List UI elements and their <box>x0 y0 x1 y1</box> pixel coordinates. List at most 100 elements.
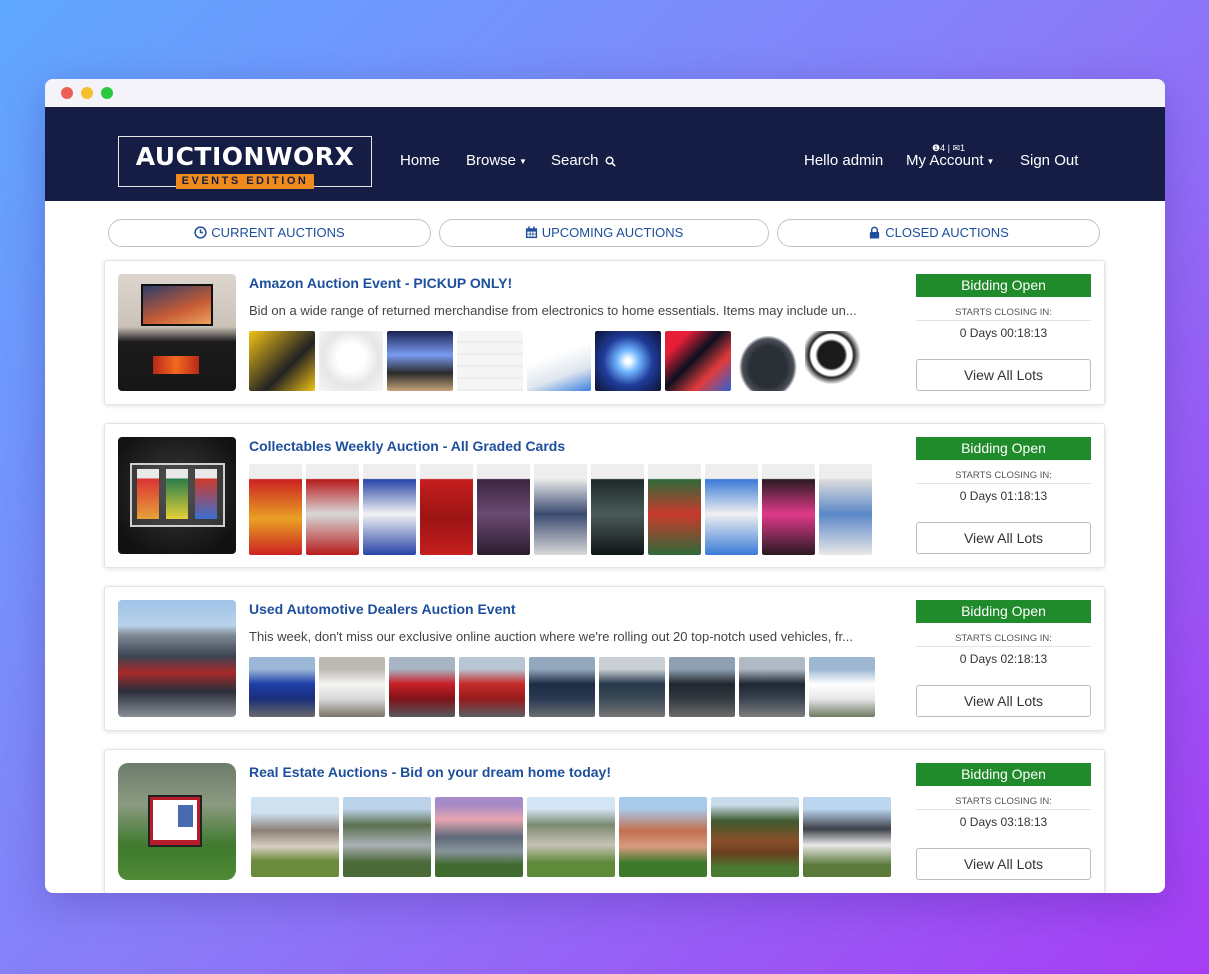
tab-current-auctions[interactable]: CURRENT AUCTIONS <box>108 219 431 247</box>
nav-account-label: My Account <box>906 152 984 169</box>
lot-thumbnail-strip <box>251 797 891 877</box>
closing-countdown: 0 Days 03:18:13 <box>959 815 1048 829</box>
lot-thumbnail[interactable] <box>251 797 339 877</box>
closing-label: STARTS CLOSING IN: <box>916 307 1091 321</box>
auction-description: Bid on a wide range of returned merchand… <box>249 303 857 318</box>
lot-thumbnail[interactable] <box>420 464 473 555</box>
lot-thumbnail[interactable] <box>529 657 595 717</box>
closing-countdown: 0 Days 00:18:13 <box>959 326 1048 340</box>
lot-thumbnail[interactable] <box>819 464 872 555</box>
lot-thumbnail[interactable] <box>459 657 525 717</box>
auction-status-tabs: CURRENT AUCTIONS UPCOMING AUCTIONS CLOSE… <box>45 219 1165 249</box>
lot-thumbnail[interactable] <box>319 331 383 391</box>
top-navbar: AUCTIONWORX EVENTS EDITION Home Browse ▼ … <box>45 107 1165 201</box>
lot-thumbnail[interactable] <box>648 464 701 555</box>
auction-cover-image[interactable] <box>118 763 236 880</box>
auction-title-link[interactable]: Collectables Weekly Auction - All Graded… <box>249 438 565 454</box>
bidding-status-badge: Bidding Open <box>916 437 1091 460</box>
tab-closed-auctions[interactable]: CLOSED AUCTIONS <box>777 219 1100 247</box>
maximize-window-button[interactable] <box>101 87 113 99</box>
auction-title-link[interactable]: Used Automotive Dealers Auction Event <box>249 601 516 617</box>
closing-countdown: 0 Days 02:18:13 <box>959 652 1048 666</box>
lot-thumbnail-strip <box>249 464 872 555</box>
auction-card-real-estate: Real Estate Auctions - Bid on your dream… <box>104 749 1105 893</box>
auction-cover-image[interactable] <box>118 600 236 717</box>
close-window-button[interactable] <box>61 87 73 99</box>
tab-upcoming-auctions[interactable]: UPCOMING AUCTIONS <box>439 219 769 247</box>
browser-window: AUCTIONWORX EVENTS EDITION Home Browse ▼ … <box>45 79 1165 893</box>
lot-thumbnail[interactable] <box>619 797 707 877</box>
closing-label: STARTS CLOSING IN: <box>916 633 1091 647</box>
lot-thumbnail[interactable] <box>711 797 799 877</box>
lot-thumbnail[interactable] <box>527 797 615 877</box>
lot-thumbnail-strip <box>249 657 875 717</box>
lot-thumbnail[interactable] <box>591 464 644 555</box>
tab-label: CLOSED AUCTIONS <box>885 225 1009 240</box>
lot-thumbnail[interactable] <box>669 657 735 717</box>
nav-browse-label: Browse <box>466 152 517 169</box>
tab-label: CURRENT AUCTIONS <box>211 225 345 240</box>
site-logo[interactable]: AUCTIONWORX EVENTS EDITION <box>118 136 372 189</box>
lot-thumbnail[interactable] <box>805 331 871 391</box>
bidding-status-badge: Bidding Open <box>916 600 1091 623</box>
logo-subtitle: EVENTS EDITION <box>175 174 315 189</box>
lot-thumbnail[interactable] <box>319 657 385 717</box>
clock-icon <box>194 226 207 239</box>
view-all-lots-button[interactable]: View All Lots <box>916 848 1091 880</box>
lot-thumbnail[interactable] <box>705 464 758 555</box>
lock-icon <box>870 226 880 239</box>
lot-thumbnail[interactable] <box>809 657 875 717</box>
logo-wordmark: AUCTIONWORX <box>135 142 355 171</box>
view-all-lots-button[interactable]: View All Lots <box>916 359 1091 391</box>
lot-thumbnail[interactable] <box>599 657 665 717</box>
nav-search-link[interactable]: Search <box>551 152 616 169</box>
view-all-lots-button[interactable]: View All Lots <box>916 685 1091 717</box>
auction-card-amazon: Amazon Auction Event - PICKUP ONLY! Bid … <box>104 260 1105 405</box>
nav-signout-link[interactable]: Sign Out <box>1020 152 1078 169</box>
lot-thumbnail[interactable] <box>249 657 315 717</box>
closing-label: STARTS CLOSING IN: <box>916 796 1091 810</box>
auction-title-link[interactable]: Real Estate Auctions - Bid on your dream… <box>249 764 611 780</box>
lot-thumbnail[interactable] <box>735 331 801 391</box>
nav-browse-dropdown[interactable]: Browse ▼ <box>466 152 527 169</box>
nav-home-link[interactable]: Home <box>400 152 440 169</box>
auction-card-automotive: Used Automotive Dealers Auction Event Th… <box>104 586 1105 731</box>
lot-thumbnail[interactable] <box>435 797 523 877</box>
auction-description: This week, don't miss our exclusive onli… <box>249 629 853 644</box>
lot-thumbnail[interactable] <box>387 331 453 391</box>
lot-thumbnail[interactable] <box>457 331 523 391</box>
lot-thumbnail[interactable] <box>363 464 416 555</box>
greeting-text: Hello admin <box>804 152 884 169</box>
lot-thumbnail[interactable] <box>389 657 455 717</box>
bidding-status-badge: Bidding Open <box>916 763 1091 786</box>
bidding-status-badge: Bidding Open <box>916 274 1091 297</box>
nav-account-dropdown[interactable]: My Account ▼ <box>906 152 994 169</box>
tab-label: UPCOMING AUCTIONS <box>541 225 684 240</box>
caret-down-icon: ▼ <box>519 156 527 166</box>
caret-down-icon: ▼ <box>986 156 995 166</box>
lot-thumbnail[interactable] <box>249 331 315 391</box>
minimize-window-button[interactable] <box>81 87 93 99</box>
lot-thumbnail[interactable] <box>534 464 587 555</box>
nav-search-label: Search <box>551 152 599 169</box>
view-all-lots-button[interactable]: View All Lots <box>916 522 1091 554</box>
closing-countdown: 0 Days 01:18:13 <box>959 489 1048 503</box>
auction-card-collectables: Collectables Weekly Auction - All Graded… <box>104 423 1105 568</box>
auction-cover-image[interactable] <box>118 274 236 391</box>
lot-thumbnail[interactable] <box>762 464 815 555</box>
lot-thumbnail[interactable] <box>477 464 530 555</box>
lot-thumbnail[interactable] <box>343 797 431 877</box>
lot-thumbnail[interactable] <box>527 331 591 391</box>
closing-label: STARTS CLOSING IN: <box>916 470 1091 484</box>
window-titlebar <box>45 79 1165 107</box>
auction-title-link[interactable]: Amazon Auction Event - PICKUP ONLY! <box>249 275 512 291</box>
lot-thumbnail-strip <box>249 331 871 391</box>
lot-thumbnail[interactable] <box>739 657 805 717</box>
auction-cover-image[interactable] <box>118 437 236 554</box>
calendar-icon <box>525 226 537 239</box>
lot-thumbnail[interactable] <box>595 331 661 391</box>
lot-thumbnail[interactable] <box>665 331 731 391</box>
lot-thumbnail[interactable] <box>803 797 891 877</box>
lot-thumbnail[interactable] <box>249 464 302 555</box>
lot-thumbnail[interactable] <box>306 464 359 555</box>
